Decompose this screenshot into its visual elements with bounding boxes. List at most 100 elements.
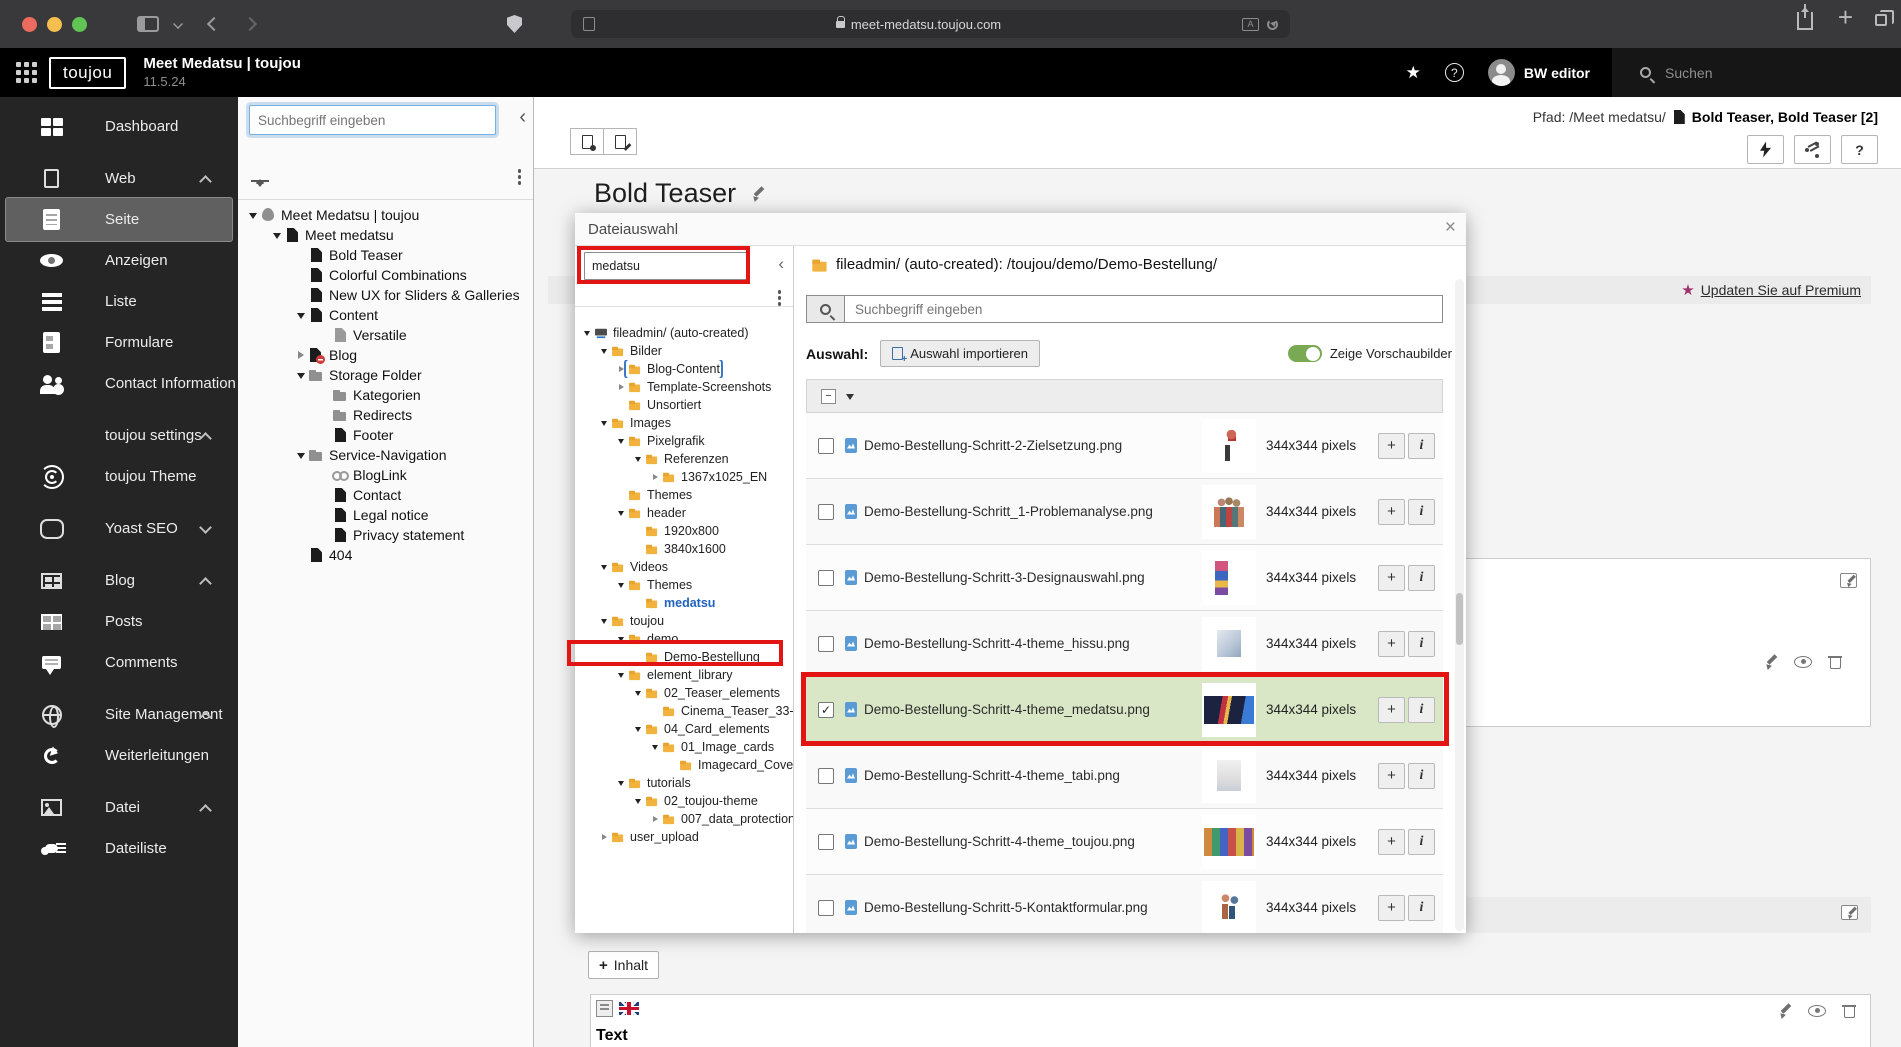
file-row[interactable]: Demo-Bestellung-Schritt-3-Designauswahl.… <box>806 545 1443 611</box>
sidebar-item[interactable]: Weiterleitungen <box>0 735 238 776</box>
folder-tree-item[interactable]: Cinema_Teaser_33-66 <box>575 702 793 720</box>
file-info-button[interactable]: i <box>1408 894 1435 921</box>
pagetree-toolbar-icon[interactable] <box>311 143 329 161</box>
tree-expander-icon[interactable] <box>598 615 610 627</box>
pagetree-toolbar-icon[interactable] <box>251 143 269 161</box>
avatar[interactable] <box>1487 59 1515 86</box>
pagetree-toolbar-icon[interactable] <box>491 143 509 161</box>
edit-title-icon[interactable] <box>750 186 765 201</box>
sidebar-item[interactable]: toujou settings <box>0 415 238 456</box>
delete-icon[interactable] <box>1842 1004 1856 1018</box>
file-checkbox[interactable] <box>818 437 834 454</box>
module-menu-icon[interactable] <box>16 62 21 67</box>
folder-tree-item[interactable]: 02_toujou-theme <box>575 792 793 810</box>
file-checkbox[interactable] <box>818 503 834 520</box>
file-info-button[interactable]: i <box>1408 630 1435 657</box>
tree-expander-icon[interactable] <box>581 327 593 339</box>
tree-expander-icon[interactable] <box>615 633 627 645</box>
tree-expander-icon[interactable] <box>649 474 661 480</box>
sidebar-item[interactable]: Comments <box>0 642 238 683</box>
page-tree-item[interactable]: Blog <box>238 345 533 365</box>
page-tree-item[interactable]: BlogLink <box>238 465 533 485</box>
close-icon[interactable]: × <box>1445 217 1456 239</box>
folder-tree-item[interactable]: toujou <box>575 612 793 630</box>
folder-tree-item[interactable]: 3840x1600 <box>575 540 793 558</box>
show-thumbnails-toggle[interactable] <box>1287 345 1322 362</box>
file-info-button[interactable]: i <box>1408 696 1435 723</box>
sidebar-item[interactable]: Contact Information <box>0 363 238 404</box>
file-row[interactable]: ✓ Demo-Bestellung-Schritt-4-theme_medats… <box>806 677 1443 743</box>
share-icon[interactable] <box>1797 4 1813 30</box>
page-tree-item[interactable]: Colorful Combinations <box>238 265 533 285</box>
scrollbar-thumb[interactable] <box>1456 593 1463 645</box>
view-webpage-button[interactable] <box>570 128 604 155</box>
page-tree-item[interactable]: Footer <box>238 425 533 445</box>
add-content-button[interactable]: + Inhalt <box>588 951 660 979</box>
collapse-panel-icon[interactable]: ‹ <box>778 254 784 274</box>
edit-section-icon[interactable] <box>1841 905 1858 920</box>
add-file-button[interactable]: + <box>1378 762 1405 789</box>
window-close-button[interactable] <box>22 16 37 32</box>
sidebar-item[interactable]: Blog <box>0 560 238 601</box>
page-tree-item[interactable]: Content <box>238 305 533 325</box>
folder-tree-item[interactable]: Themes <box>575 576 793 594</box>
address-bar[interactable]: meet-medatsu.toujou.com A <box>571 10 1290 38</box>
edit-icon[interactable] <box>1763 654 1778 669</box>
file-info-button[interactable]: i <box>1408 828 1435 855</box>
pagetree-toolbar-icon[interactable] <box>371 143 389 161</box>
more-options-icon[interactable] <box>517 169 521 173</box>
tree-expander-icon[interactable] <box>294 308 308 323</box>
tree-expander-icon[interactable] <box>615 435 627 447</box>
tree-expander-icon[interactable] <box>270 228 284 243</box>
sidebar-item[interactable]: Dashboard <box>0 106 238 147</box>
page-tree-item[interactable]: Redirects <box>238 405 533 425</box>
pagetree-toolbar-icon[interactable] <box>341 143 359 161</box>
tree-expander-icon[interactable] <box>615 366 627 372</box>
dropdown-caret-icon[interactable] <box>846 393 854 404</box>
back-button[interactable] <box>206 16 222 32</box>
edit-icon[interactable] <box>1777 1003 1792 1018</box>
tree-expander-icon[interactable] <box>598 834 610 840</box>
sidebar-item[interactable]: Seite <box>0 197 238 242</box>
more-options-icon[interactable] <box>777 290 781 294</box>
folder-tree-item[interactable]: Videos <box>575 558 793 576</box>
add-file-button[interactable]: + <box>1378 432 1405 459</box>
visibility-icon[interactable] <box>1808 1004 1826 1017</box>
tree-expander-icon[interactable] <box>649 741 661 753</box>
file-info-button[interactable]: i <box>1408 498 1435 525</box>
page-tree-item[interactable]: Legal notice <box>238 505 533 525</box>
add-file-button[interactable]: + <box>1378 564 1405 591</box>
collapse-panel-icon[interactable]: ‹ <box>519 107 526 127</box>
folder-tree-item[interactable]: Pixelgrafik <box>575 432 793 450</box>
folder-tree-item[interactable]: 02_Teaser_elements <box>575 684 793 702</box>
pagetree-toolbar-icon[interactable] <box>281 143 299 161</box>
folder-tree-item[interactable]: user_upload <box>575 828 793 846</box>
page-tree-item[interactable]: Meet medatsu <box>238 225 533 245</box>
tree-expander-icon[interactable] <box>615 669 627 681</box>
tree-expander-icon[interactable] <box>615 777 627 789</box>
folder-tree-item[interactable]: Unsortiert <box>575 396 793 414</box>
file-checkbox[interactable]: ✓ <box>818 701 834 718</box>
sidebar-item[interactable]: Posts <box>0 601 238 642</box>
file-row[interactable]: Demo-Bestellung-Schritt-4-theme_tabi.png… <box>806 743 1443 809</box>
tree-expander-icon[interactable] <box>598 561 610 573</box>
tree-expander-icon[interactable] <box>294 351 308 359</box>
tree-expander-icon[interactable] <box>294 448 308 463</box>
pagetree-toolbar-icon[interactable] <box>401 143 419 161</box>
file-checkbox[interactable] <box>818 569 834 586</box>
global-search[interactable]: Suchen <box>1612 48 1901 97</box>
file-checkbox[interactable] <box>818 899 834 916</box>
file-row[interactable]: Demo-Bestellung-Schritt-5-Kontaktformula… <box>806 875 1443 933</box>
folder-tree-item[interactable]: Themes <box>575 486 793 504</box>
file-checkbox[interactable] <box>818 767 834 784</box>
page-tree-item[interactable]: Privacy statement <box>238 525 533 545</box>
folder-tree-item[interactable]: 007_data_protection <box>575 810 793 828</box>
folder-tree-item[interactable]: Demo-Bestellung <box>575 648 793 666</box>
add-file-button[interactable]: + <box>1378 894 1405 921</box>
page-tree-item[interactable]: Meet Medatsu | toujou <box>238 205 533 225</box>
folder-tree-item[interactable]: tutorials <box>575 774 793 792</box>
file-info-button[interactable]: i <box>1408 432 1435 459</box>
folder-tree-item[interactable]: medatsu <box>575 594 793 612</box>
reload-icon[interactable] <box>1267 18 1278 30</box>
sidebar-item[interactable]: Formulare <box>0 322 238 363</box>
